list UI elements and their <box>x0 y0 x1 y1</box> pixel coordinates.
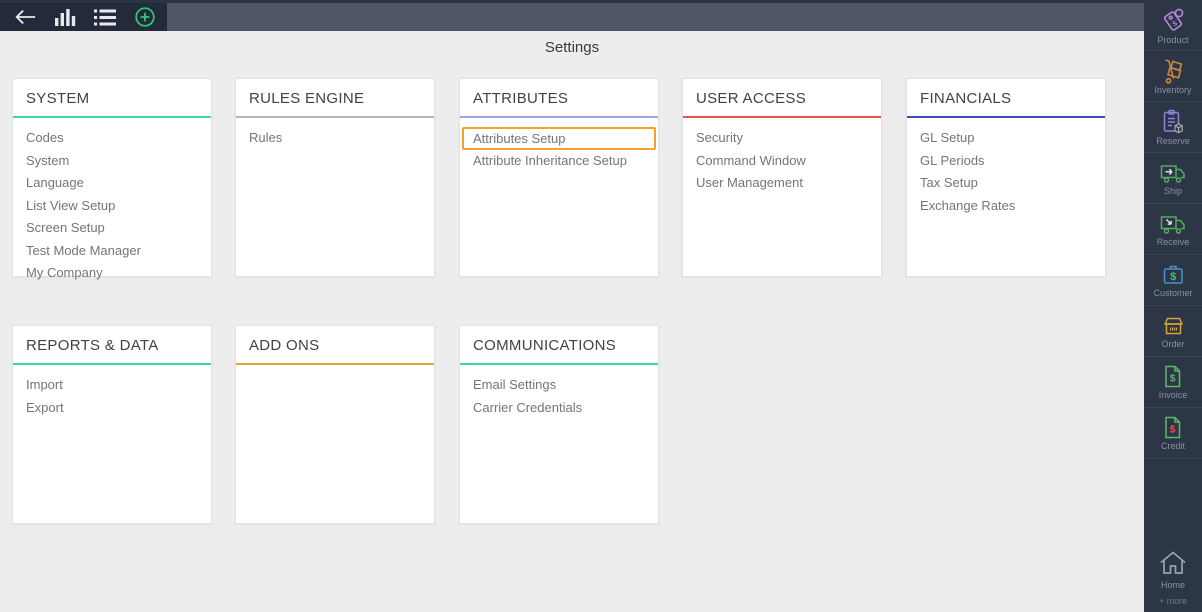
card-item-language[interactable]: Language <box>26 172 198 195</box>
sidebar-item-label: Receive <box>1156 236 1190 247</box>
card-item-screen-setup[interactable]: Screen Setup <box>26 217 198 240</box>
ship-icon <box>1159 161 1187 185</box>
card-item-test-mode-manager[interactable]: Test Mode Manager <box>26 240 198 263</box>
card-title: SYSTEM <box>26 90 90 107</box>
card-item-my-company[interactable]: My Company <box>26 262 198 285</box>
card-item-attributes-setup-highlighted[interactable]: Attributes Setup <box>462 127 656 150</box>
card-item-tax-setup[interactable]: Tax Setup <box>920 172 1092 195</box>
sidebar-item-ship[interactable]: Ship <box>1144 153 1202 204</box>
sidebar-item-label: Home <box>1160 580 1185 590</box>
card-title: FINANCIALS <box>920 90 1012 107</box>
home-icon <box>1157 548 1189 577</box>
card-item-gl-setup[interactable]: GL Setup <box>920 127 1092 150</box>
card-item-list-view-setup[interactable]: List View Setup <box>26 195 198 218</box>
card-attributes: ATTRIBUTES Attributes Setup Attribute In… <box>459 78 659 277</box>
card-title: ATTRIBUTES <box>473 90 569 107</box>
back-arrow-icon[interactable] <box>13 6 37 28</box>
sidebar-item-label: Reserve <box>1156 135 1190 146</box>
card-financials: FINANCIALS GL Setup GL Periods Tax Setup… <box>906 78 1106 277</box>
sidebar-item-label: Product <box>1157 34 1189 45</box>
card-communications: COMMUNICATIONS Email Settings Carrier Cr… <box>459 325 659 524</box>
product-icon: $ <box>1160 6 1187 34</box>
list-icon[interactable] <box>93 6 117 28</box>
inventory-icon <box>1161 58 1186 84</box>
sidebar-item-label: Credit <box>1160 441 1185 451</box>
card-item-attribute-inheritance-setup[interactable]: Attribute Inheritance Setup <box>473 150 645 173</box>
card-item-export[interactable]: Export <box>26 397 198 420</box>
card-title: ADD ONS <box>249 337 320 354</box>
svg-text:$: $ <box>1170 374 1176 385</box>
sidebar-item-credit[interactable]: $ Credit <box>1144 408 1202 459</box>
bar-chart-icon[interactable] <box>53 6 77 28</box>
card-item-import[interactable]: Import <box>26 374 198 397</box>
card-item-user-management[interactable]: User Management <box>696 172 868 195</box>
top-bar <box>0 0 1144 31</box>
sidebar-item-reserve[interactable]: Reserve <box>1144 102 1202 153</box>
sidebar-item-product[interactable]: $ Product <box>1144 0 1202 51</box>
card-title: COMMUNICATIONS <box>473 337 617 354</box>
card-item-command-window[interactable]: Command Window <box>696 150 868 173</box>
card-item-system[interactable]: System <box>26 150 198 173</box>
sidebar-item-label: Invoice <box>1158 390 1188 400</box>
card-item-codes[interactable]: Codes <box>26 127 198 150</box>
sidebar-item-inventory[interactable]: Inventory <box>1144 51 1202 102</box>
sidebar-item-label: Order <box>1161 338 1185 349</box>
card-rules-engine: RULES ENGINE Rules <box>235 78 435 277</box>
card-item-carrier-credentials[interactable]: Carrier Credentials <box>473 397 645 420</box>
card-add-ons: ADD ONS <box>235 325 435 524</box>
card-item-security[interactable]: Security <box>696 127 868 150</box>
sidebar-item-customer[interactable]: $ Customer <box>1144 255 1202 306</box>
page-title: Settings <box>544 39 600 56</box>
card-user-access: USER ACCESS Security Command Window User… <box>682 78 882 277</box>
sidebar: $ Product Inventory Reserve Ship Receive… <box>1144 0 1202 612</box>
card-system: SYSTEM Codes System Language List View S… <box>12 78 212 280</box>
card-reports-data: REPORTS & DATA Import Export <box>12 325 212 524</box>
card-item-exchange-rates[interactable]: Exchange Rates <box>920 195 1092 218</box>
sidebar-item-label: Customer <box>1153 287 1193 298</box>
order-icon <box>1161 314 1186 338</box>
card-item-gl-periods[interactable]: GL Periods <box>920 150 1092 173</box>
top-bar-icon-group <box>0 3 167 31</box>
card-item-rules[interactable]: Rules <box>249 127 421 150</box>
sidebar-item-order[interactable]: Order <box>1144 306 1202 357</box>
receive-icon <box>1159 212 1187 236</box>
customer-icon: $ <box>1161 263 1186 287</box>
sidebar-item-invoice[interactable]: $ Invoice <box>1144 357 1202 408</box>
sidebar-item-home[interactable]: Home <box>1144 548 1202 592</box>
invoice-icon: $ <box>1161 364 1185 389</box>
credit-icon: $ <box>1161 415 1185 440</box>
card-item-email-settings[interactable]: Email Settings <box>473 374 645 397</box>
sidebar-item-label: Inventory <box>1154 84 1192 95</box>
reserve-icon <box>1161 109 1186 135</box>
sidebar-more-link[interactable]: + more <box>1144 592 1202 612</box>
add-icon[interactable] <box>133 6 157 28</box>
svg-text:$: $ <box>1170 425 1176 436</box>
card-title: USER ACCESS <box>696 90 806 107</box>
card-title: REPORTS & DATA <box>26 337 159 354</box>
sidebar-item-receive[interactable]: Receive <box>1144 204 1202 255</box>
sidebar-item-label: Ship <box>1163 185 1182 196</box>
svg-text:$: $ <box>1170 270 1176 282</box>
card-title: RULES ENGINE <box>249 90 365 107</box>
